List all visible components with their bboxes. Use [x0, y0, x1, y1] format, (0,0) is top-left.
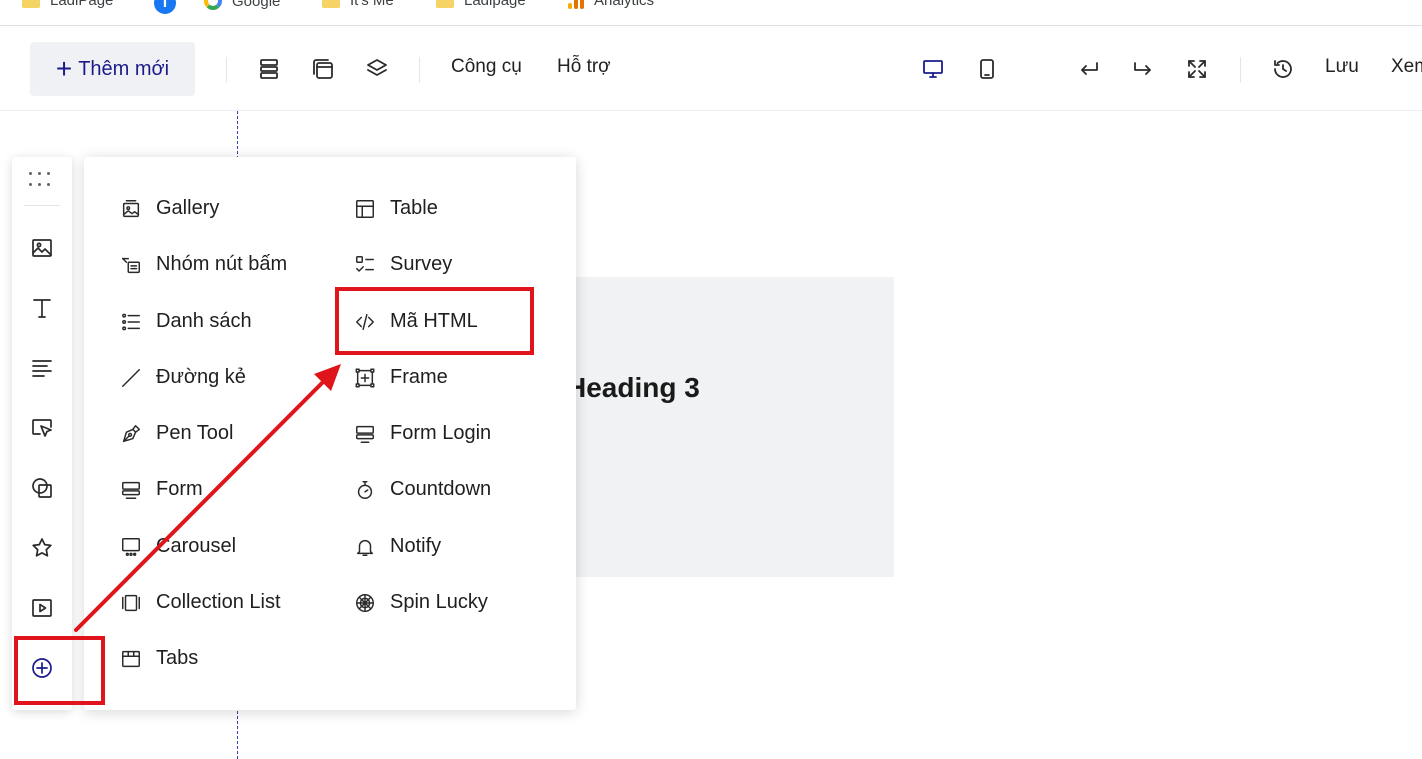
analytics-icon — [568, 0, 584, 9]
frame-icon — [355, 368, 375, 387]
layers-icon[interactable] — [363, 55, 391, 83]
desktop-view-icon[interactable] — [919, 55, 947, 83]
menu-item-list[interactable]: Danh sách — [120, 310, 252, 333]
save-button[interactable]: Lưu — [1325, 56, 1359, 78]
menu-item-form-login[interactable]: Form Login — [354, 422, 491, 445]
divider — [419, 57, 420, 83]
bell-icon — [356, 539, 374, 556]
bookmark-ladipage[interactable]: LadiPage — [22, 0, 113, 9]
preview-button[interactable]: Xem — [1391, 56, 1422, 78]
divider — [226, 57, 227, 83]
bookmark-google[interactable]: Google — [204, 0, 280, 10]
gallery-icon — [122, 199, 140, 217]
menu-item-survey[interactable]: Survey — [354, 253, 452, 276]
text-icon[interactable] — [28, 294, 56, 322]
bookmarks-bar: LadiPage f Google It's Me Ladipage Analy… — [0, 0, 1422, 26]
highlight-box-html-code — [335, 287, 534, 355]
menu-item-form[interactable]: Form — [120, 478, 203, 501]
bookmark-facebook[interactable]: f — [154, 0, 176, 14]
sections-icon[interactable] — [255, 55, 283, 83]
menu-item-line[interactable]: Đường kẻ — [120, 366, 246, 389]
add-new-button[interactable]: + Thêm mới — [30, 42, 195, 96]
tools-menu[interactable]: Công cụ — [451, 56, 522, 78]
form-login-icon — [356, 425, 374, 443]
menu-item-notify[interactable]: Notify — [354, 535, 441, 558]
editor-toolbar: + Thêm mới Công cụ Hỗ trợ Lưu Xem — [0, 27, 1422, 111]
redo-icon[interactable] — [1129, 55, 1157, 83]
menu-item-gallery[interactable]: Gallery — [120, 197, 219, 220]
button-icon[interactable] — [28, 414, 56, 442]
button-group-icon — [122, 257, 140, 273]
image-icon[interactable] — [28, 234, 56, 262]
spin-wheel-icon — [356, 593, 374, 612]
fullscreen-icon[interactable] — [1183, 55, 1211, 83]
video-icon[interactable] — [28, 594, 56, 622]
mobile-view-icon[interactable] — [973, 55, 1001, 83]
stopwatch-icon — [357, 480, 373, 499]
undo-icon[interactable] — [1075, 55, 1103, 83]
list-icon — [122, 313, 140, 330]
menu-item-carousel[interactable]: Carousel — [120, 535, 236, 558]
highlight-box-add-button — [14, 636, 105, 705]
folder-icon — [22, 0, 40, 8]
drag-handle-icon[interactable] — [29, 172, 55, 190]
collection-list-icon — [122, 594, 140, 611]
canvas-section[interactable] — [560, 277, 894, 577]
star-icon[interactable] — [28, 534, 56, 562]
menu-item-spin-lucky[interactable]: Spin Lucky — [354, 591, 488, 614]
line-icon — [122, 368, 140, 387]
bookmark-ladipage-2[interactable]: Ladipage — [436, 0, 526, 9]
plus-icon: + — [55, 53, 73, 84]
shape-icon[interactable] — [28, 474, 56, 502]
menu-item-countdown[interactable]: Countdown — [354, 478, 491, 501]
element-sidebar — [12, 157, 72, 710]
carousel-icon — [122, 537, 140, 556]
menu-item-button-group[interactable]: Nhóm nút bấm — [120, 253, 287, 276]
menu-item-tabs[interactable]: Tabs — [120, 647, 198, 670]
paragraph-icon[interactable] — [28, 354, 56, 382]
folder-icon — [322, 0, 340, 8]
history-icon[interactable] — [1269, 55, 1297, 83]
add-element-menu: Gallery Nhóm nút bấm Danh sách Đường kẻ … — [84, 157, 576, 710]
tabs-icon — [122, 650, 140, 667]
support-menu[interactable]: Hỗ trợ — [557, 56, 611, 78]
menu-item-table[interactable]: Table — [354, 197, 438, 220]
divider — [24, 205, 60, 206]
popup-icon[interactable] — [309, 55, 337, 83]
canvas-heading[interactable]: Heading 3 — [566, 372, 700, 404]
menu-item-frame[interactable]: Frame — [354, 366, 448, 389]
survey-icon — [356, 255, 374, 272]
bookmark-analytics[interactable]: Analytics — [568, 0, 654, 9]
facebook-icon: f — [154, 0, 176, 14]
bookmark-its-me[interactable]: It's Me — [322, 0, 394, 9]
menu-item-collection-list[interactable]: Collection List — [120, 591, 281, 614]
form-icon — [122, 481, 140, 499]
pen-tool-icon — [122, 424, 140, 442]
divider — [1240, 57, 1241, 83]
folder-icon — [436, 0, 454, 8]
menu-item-pen-tool[interactable]: Pen Tool — [120, 422, 233, 445]
table-icon — [356, 199, 374, 218]
google-icon — [204, 0, 222, 10]
